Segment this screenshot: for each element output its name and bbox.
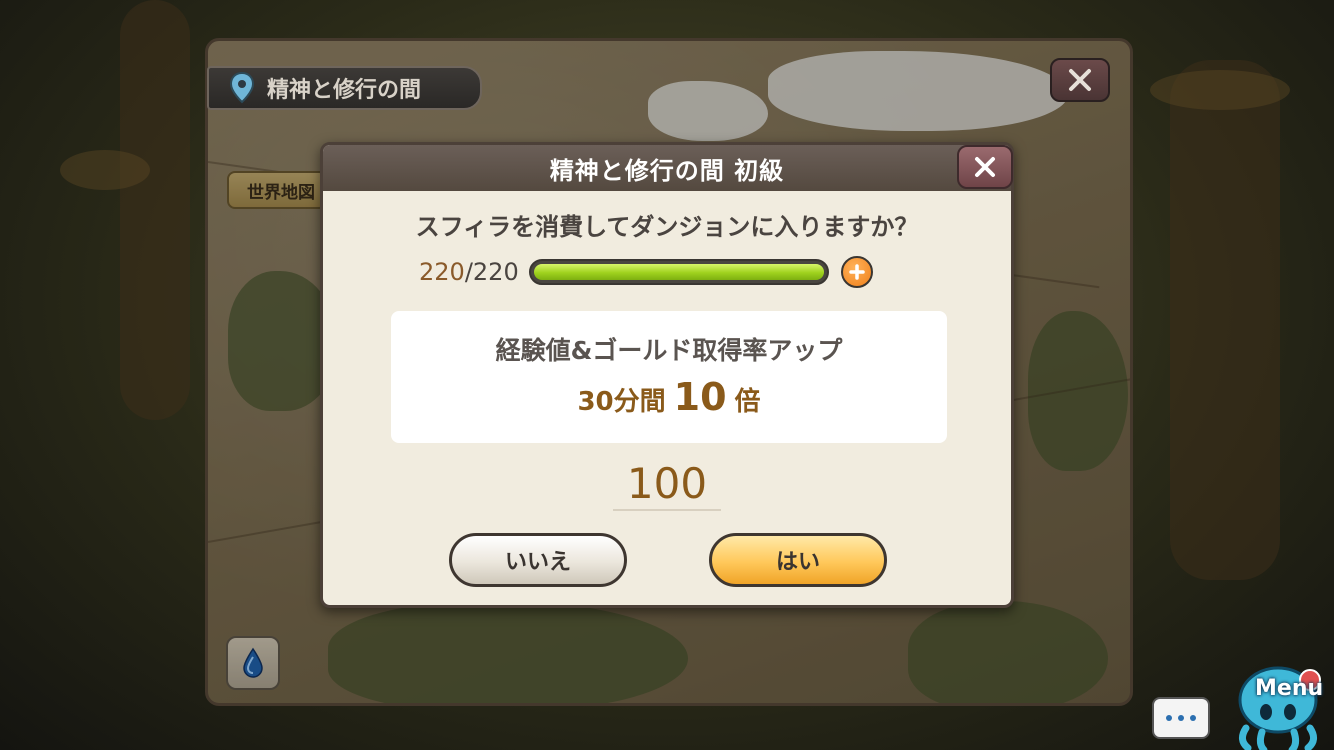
- water-drop-icon: [243, 647, 263, 678]
- location-pin-icon: [229, 72, 255, 104]
- stamina-bar: [528, 259, 829, 285]
- bonus-multiplier-suffix: 倍: [734, 387, 761, 417]
- close-icon: [1069, 69, 1091, 91]
- stamina-separator: /: [464, 258, 473, 286]
- map-snow-region: [648, 81, 768, 141]
- chat-dot: [1178, 715, 1184, 721]
- water-drop-button[interactable]: [226, 636, 280, 690]
- map-land-region: [1028, 311, 1128, 471]
- dialog-header: 精神と修行の間 初級: [323, 145, 1011, 191]
- dialog-close-button[interactable]: [957, 145, 1013, 189]
- dungeon-entry-dialog: 精神と修行の間 初級 スフィラを消費してダンジョンに入りますか？ 220 / 2…: [320, 142, 1014, 608]
- world-map-label: 世界地図: [247, 182, 315, 203]
- map-land-region: [908, 601, 1108, 703]
- bonus-title: 経験値&ゴールド取得率アップ: [495, 336, 843, 365]
- background-tree-right: [1170, 60, 1280, 580]
- map-land-region: [328, 601, 688, 703]
- chat-button[interactable]: [1152, 697, 1210, 739]
- yes-button-label: はい: [775, 550, 820, 575]
- stamina-row: 220 / 220: [419, 256, 873, 288]
- stamina-current: 220: [419, 258, 465, 286]
- stamina-bar-fill: [533, 264, 824, 280]
- map-title-text: 精神と修行の間: [267, 78, 422, 103]
- background-tree-left: [120, 0, 190, 420]
- add-stamina-button[interactable]: [840, 256, 873, 288]
- bonus-multiplier: 10: [673, 375, 727, 419]
- map-location-title: 精神と修行の間: [207, 66, 482, 110]
- dialog-title: 精神と修行の間 初級: [549, 156, 785, 185]
- background-mushroom: [60, 150, 150, 190]
- entry-cost: 100: [613, 459, 721, 511]
- menu-label: Menu: [1255, 676, 1324, 701]
- chat-dot: [1190, 715, 1196, 721]
- map-close-button[interactable]: [1050, 58, 1110, 102]
- no-button-label: いいえ: [504, 550, 571, 575]
- bonus-duration: 30分間: [577, 387, 666, 417]
- no-button[interactable]: いいえ: [449, 533, 627, 587]
- bonus-info-box: 経験値&ゴールド取得率アップ 30分間 10 倍: [391, 311, 947, 443]
- bonus-rate: 30分間 10 倍: [391, 375, 947, 419]
- plus-icon: [848, 264, 865, 280]
- yes-button[interactable]: はい: [709, 533, 887, 587]
- background-mushroom: [1150, 70, 1290, 110]
- world-map-button[interactable]: 世界地図: [227, 171, 327, 209]
- dialog-question: スフィラを消費してダンジョンに入りますか？: [415, 213, 919, 241]
- close-icon: [975, 157, 995, 177]
- menu-mascot-icon[interactable]: [1228, 660, 1328, 750]
- stamina-max: 220: [472, 258, 519, 286]
- chat-dot: [1166, 715, 1172, 721]
- map-snow-region: [768, 51, 1068, 131]
